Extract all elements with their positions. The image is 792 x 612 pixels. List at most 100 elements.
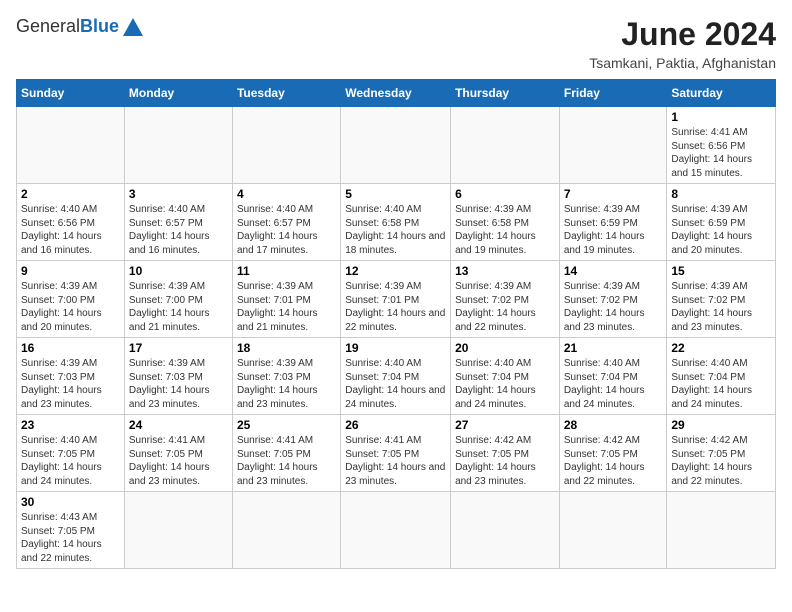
- day-info: Sunrise: 4:40 AM Sunset: 7:04 PM Dayligh…: [455, 357, 555, 411]
- logo-triangle-icon: [122, 16, 144, 38]
- day-number: 30: [21, 495, 120, 509]
- day-number: 13: [455, 264, 555, 278]
- day-number: 8: [671, 187, 771, 201]
- day-cell: 8 Sunrise: 4:39 AM Sunset: 6:59 PM Daylig…: [667, 184, 776, 261]
- day-cell: [667, 492, 776, 569]
- day-number: 14: [564, 264, 663, 278]
- day-number: 18: [237, 341, 336, 355]
- weekday-header-friday: Friday: [559, 80, 667, 107]
- day-cell: [341, 492, 451, 569]
- day-cell: [124, 107, 232, 184]
- weekday-header-sunday: Sunday: [17, 80, 125, 107]
- day-number: 22: [671, 341, 771, 355]
- day-cell: 22 Sunrise: 4:40 AM Sunset: 7:04 PM Dayli…: [667, 338, 776, 415]
- day-cell: 26Sunrise: 4:41 AM Sunset: 7:05 PM Dayli…: [341, 415, 451, 492]
- day-cell: 9 Sunrise: 4:39 AM Sunset: 7:00 PM Daylig…: [17, 261, 125, 338]
- day-cell: [232, 492, 340, 569]
- day-cell: 7 Sunrise: 4:39 AM Sunset: 6:59 PM Daylig…: [559, 184, 667, 261]
- day-cell: [17, 107, 125, 184]
- day-number: 29: [671, 418, 771, 432]
- day-info: Sunrise: 4:39 AM Sunset: 7:01 PM Dayligh…: [345, 280, 446, 334]
- day-cell: 20Sunrise: 4:40 AM Sunset: 7:04 PM Dayli…: [451, 338, 560, 415]
- day-cell: 24Sunrise: 4:41 AM Sunset: 7:05 PM Dayli…: [124, 415, 232, 492]
- day-number: 2: [21, 187, 120, 201]
- day-info: Sunrise: 4:39 AM Sunset: 7:03 PM Dayligh…: [237, 357, 336, 411]
- day-number: 1: [671, 110, 771, 124]
- day-info: Sunrise: 4:39 AM Sunset: 7:00 PM Dayligh…: [129, 280, 228, 334]
- day-info: Sunrise: 4:42 AM Sunset: 7:05 PM Dayligh…: [455, 434, 555, 488]
- header: GeneralBlue June 2024 Tsamkani, Paktia, …: [16, 16, 776, 71]
- day-number: 27: [455, 418, 555, 432]
- week-row-4: 16Sunrise: 4:39 AM Sunset: 7:03 PM Dayli…: [17, 338, 776, 415]
- day-info: Sunrise: 4:39 AM Sunset: 7:01 PM Dayligh…: [237, 280, 336, 334]
- weekday-header-tuesday: Tuesday: [232, 80, 340, 107]
- day-cell: 23Sunrise: 4:40 AM Sunset: 7:05 PM Dayli…: [17, 415, 125, 492]
- day-cell: 30Sunrise: 4:43 AM Sunset: 7:05 PM Dayli…: [17, 492, 125, 569]
- day-info: Sunrise: 4:41 AM Sunset: 6:56 PM Dayligh…: [671, 126, 771, 180]
- day-info: Sunrise: 4:39 AM Sunset: 7:00 PM Dayligh…: [21, 280, 120, 334]
- day-info: Sunrise: 4:39 AM Sunset: 7:02 PM Dayligh…: [671, 280, 771, 334]
- day-info: Sunrise: 4:42 AM Sunset: 7:05 PM Dayligh…: [671, 434, 771, 488]
- day-cell: 28Sunrise: 4:42 AM Sunset: 7:05 PM Dayli…: [559, 415, 667, 492]
- day-number: 25: [237, 418, 336, 432]
- day-info: Sunrise: 4:40 AM Sunset: 7:04 PM Dayligh…: [345, 357, 446, 411]
- day-cell: 6Sunrise: 4:39 AM Sunset: 6:58 PM Daylig…: [451, 184, 560, 261]
- day-info: Sunrise: 4:39 AM Sunset: 6:59 PM Dayligh…: [564, 203, 663, 257]
- day-cell: 19 Sunrise: 4:40 AM Sunset: 7:04 PM Dayli…: [341, 338, 451, 415]
- day-number: 21: [564, 341, 663, 355]
- day-number: 15: [671, 264, 771, 278]
- day-cell: 13 Sunrise: 4:39 AM Sunset: 7:02 PM Dayli…: [451, 261, 560, 338]
- weekday-header-saturday: Saturday: [667, 80, 776, 107]
- day-cell: 3Sunrise: 4:40 AM Sunset: 6:57 PM Daylig…: [124, 184, 232, 261]
- day-cell: 18 Sunrise: 4:39 AM Sunset: 7:03 PM Dayli…: [232, 338, 340, 415]
- day-info: Sunrise: 4:40 AM Sunset: 6:56 PM Dayligh…: [21, 203, 120, 257]
- day-number: 17: [129, 341, 228, 355]
- day-cell: 2 Sunrise: 4:40 AM Sunset: 6:56 PM Daylig…: [17, 184, 125, 261]
- day-info: Sunrise: 4:40 AM Sunset: 6:57 PM Dayligh…: [129, 203, 228, 257]
- day-cell: 1 Sunrise: 4:41 AM Sunset: 6:56 PM Daylig…: [667, 107, 776, 184]
- day-number: 12: [345, 264, 446, 278]
- day-cell: 16Sunrise: 4:39 AM Sunset: 7:03 PM Dayli…: [17, 338, 125, 415]
- day-number: 26: [345, 418, 446, 432]
- day-info: Sunrise: 4:40 AM Sunset: 7:04 PM Dayligh…: [671, 357, 771, 411]
- day-cell: 15 Sunrise: 4:39 AM Sunset: 7:02 PM Dayli…: [667, 261, 776, 338]
- day-number: 9: [21, 264, 120, 278]
- day-cell: 29 Sunrise: 4:42 AM Sunset: 7:05 PM Dayli…: [667, 415, 776, 492]
- day-cell: 4 Sunrise: 4:40 AM Sunset: 6:57 PM Daylig…: [232, 184, 340, 261]
- day-cell: 12 Sunrise: 4:39 AM Sunset: 7:01 PM Dayli…: [341, 261, 451, 338]
- day-cell: [451, 492, 560, 569]
- title-area: June 2024 Tsamkani, Paktia, Afghanistan: [589, 16, 776, 71]
- day-number: 23: [21, 418, 120, 432]
- day-number: 6: [455, 187, 555, 201]
- day-cell: 17Sunrise: 4:39 AM Sunset: 7:03 PM Dayli…: [124, 338, 232, 415]
- logo-text: GeneralBlue: [16, 16, 119, 38]
- day-info: Sunrise: 4:41 AM Sunset: 7:05 PM Dayligh…: [237, 434, 336, 488]
- week-row-2: 2 Sunrise: 4:40 AM Sunset: 6:56 PM Daylig…: [17, 184, 776, 261]
- weekday-header-wednesday: Wednesday: [341, 80, 451, 107]
- day-cell: 21Sunrise: 4:40 AM Sunset: 7:04 PM Dayli…: [559, 338, 667, 415]
- day-cell: [232, 107, 340, 184]
- day-info: Sunrise: 4:42 AM Sunset: 7:05 PM Dayligh…: [564, 434, 663, 488]
- day-number: 5: [345, 187, 446, 201]
- day-info: Sunrise: 4:39 AM Sunset: 6:59 PM Dayligh…: [671, 203, 771, 257]
- day-number: 4: [237, 187, 336, 201]
- day-number: 19: [345, 341, 446, 355]
- day-cell: 5 Sunrise: 4:40 AM Sunset: 6:58 PM Daylig…: [341, 184, 451, 261]
- calendar: SundayMondayTuesdayWednesdayThursdayFrid…: [16, 79, 776, 569]
- week-row-3: 9 Sunrise: 4:39 AM Sunset: 7:00 PM Daylig…: [17, 261, 776, 338]
- day-info: Sunrise: 4:39 AM Sunset: 7:02 PM Dayligh…: [455, 280, 555, 334]
- day-info: Sunrise: 4:40 AM Sunset: 6:58 PM Dayligh…: [345, 203, 446, 257]
- day-cell: [341, 107, 451, 184]
- day-number: 24: [129, 418, 228, 432]
- day-number: 10: [129, 264, 228, 278]
- day-info: Sunrise: 4:39 AM Sunset: 7:03 PM Dayligh…: [21, 357, 120, 411]
- weekday-header-thursday: Thursday: [451, 80, 560, 107]
- day-cell: 27 Sunrise: 4:42 AM Sunset: 7:05 PM Dayli…: [451, 415, 560, 492]
- week-row-5: 23Sunrise: 4:40 AM Sunset: 7:05 PM Dayli…: [17, 415, 776, 492]
- day-info: Sunrise: 4:39 AM Sunset: 7:02 PM Dayligh…: [564, 280, 663, 334]
- location: Tsamkani, Paktia, Afghanistan: [589, 55, 776, 71]
- week-row-1: 1 Sunrise: 4:41 AM Sunset: 6:56 PM Daylig…: [17, 107, 776, 184]
- day-info: Sunrise: 4:40 AM Sunset: 6:57 PM Dayligh…: [237, 203, 336, 257]
- day-number: 11: [237, 264, 336, 278]
- day-number: 7: [564, 187, 663, 201]
